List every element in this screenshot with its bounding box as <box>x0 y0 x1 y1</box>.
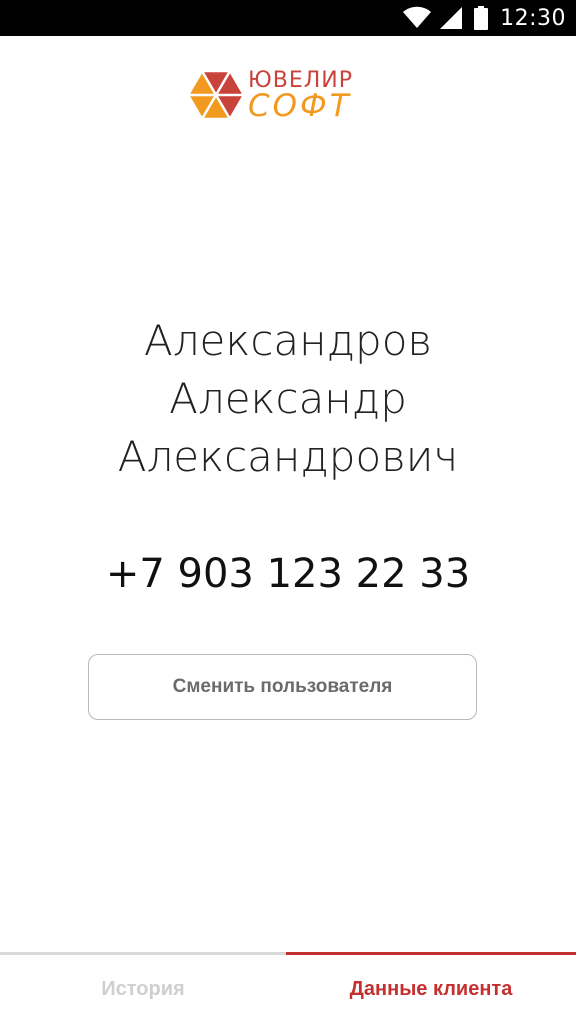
client-patronymic: Александрович <box>117 432 459 481</box>
tab-client-data[interactable]: Данные клиента <box>286 952 576 1024</box>
client-first-name: Александр <box>169 374 407 423</box>
client-phone: +7 903 123 22 33 <box>105 551 471 597</box>
status-icons: 12:30 <box>402 0 566 36</box>
switch-user-button[interactable]: Сменить пользователя <box>88 654 477 720</box>
status-bar: 12:30 <box>0 0 576 36</box>
battery-icon <box>474 6 489 30</box>
signal-icon <box>440 7 463 29</box>
app-logo: ЮВЕЛИР СОФТ <box>188 68 388 124</box>
wifi-icon <box>402 6 432 30</box>
client-full-name: Александров Александр Александрович <box>0 312 576 486</box>
tab-history[interactable]: История <box>0 952 286 1024</box>
logo-text-bottom: СОФТ <box>248 88 352 124</box>
logo-mark-icon <box>188 70 244 120</box>
status-time: 12:30 <box>500 5 566 31</box>
bottom-tab-bar: История Данные клиента <box>0 952 576 1024</box>
client-surname: Александров <box>143 316 433 365</box>
